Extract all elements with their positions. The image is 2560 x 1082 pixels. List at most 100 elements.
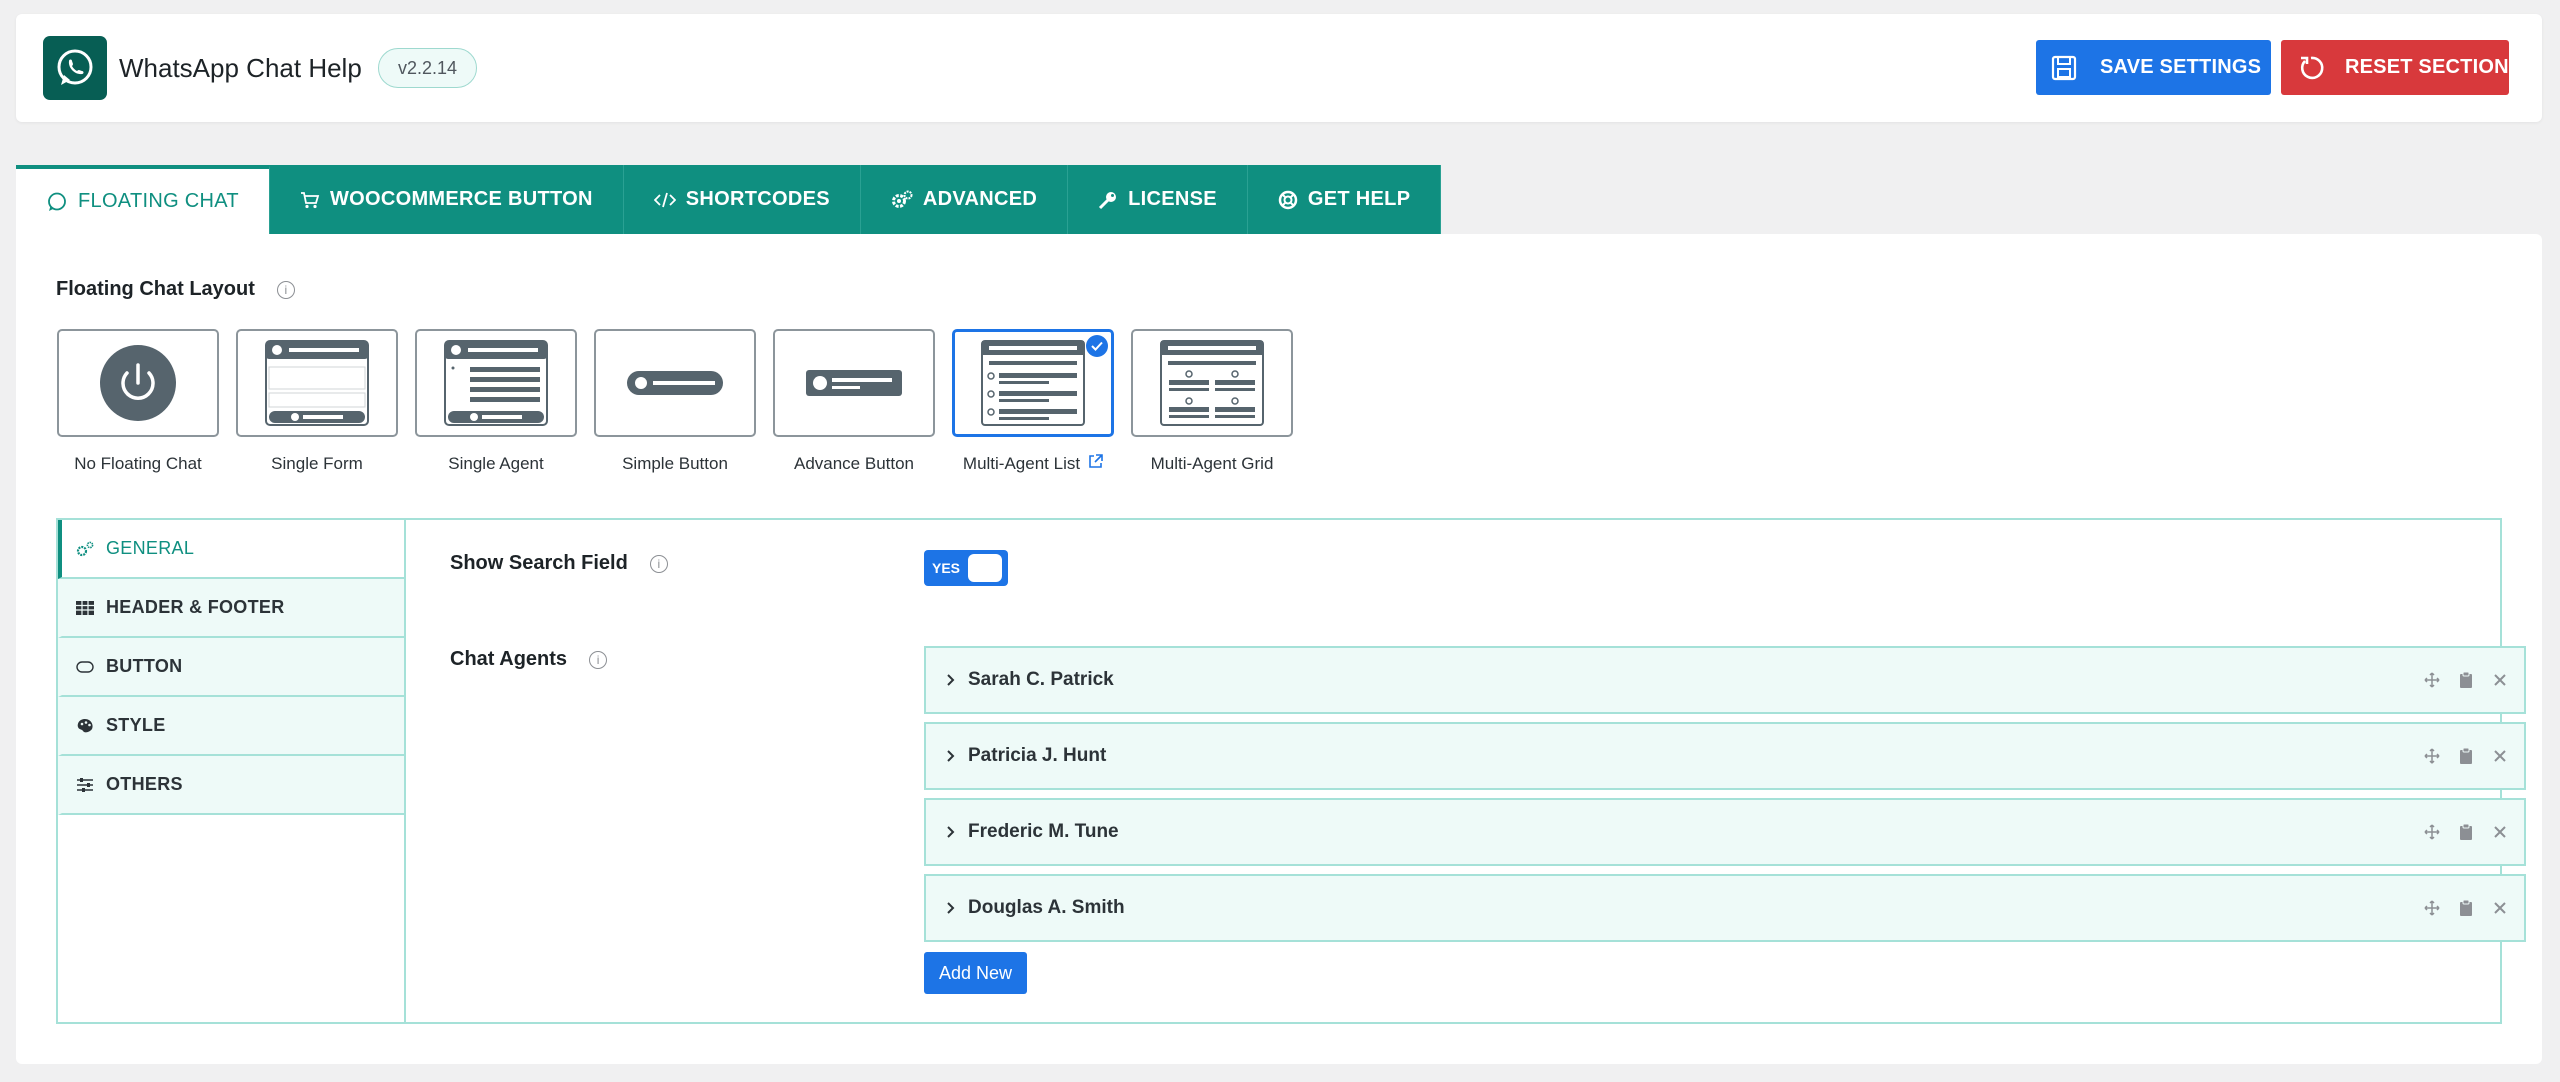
tab-label: ADVANCED (922, 188, 1038, 210)
tab-label: SHORTCODES (685, 188, 830, 210)
agent-item[interactable]: Douglas A. Smith (924, 874, 2526, 942)
layout-preview[interactable] (57, 329, 219, 437)
layout-option-label: Multi-Agent Grid (1150, 454, 1274, 473)
tab-license[interactable]: LICENSE (1068, 165, 1248, 234)
tab-floating-chat[interactable]: FLOATING CHAT (16, 165, 270, 234)
move-icon[interactable] (2424, 898, 2440, 918)
layout-option-label: Multi-Agent List (962, 454, 1081, 473)
layout-option-label: Simple Button (622, 454, 728, 473)
chat-agents-list: Sarah C. Patrick Patricia J. Hunt Freder… (924, 646, 2526, 950)
agent-name: Sarah C. Patrick (968, 669, 1114, 690)
simple-button-preview-icon (627, 371, 723, 395)
tab-label: LICENSE (1128, 188, 1217, 210)
settings-sidebar: GENERAL HEADER & FOOTER BUTTON STYLE OTH… (58, 520, 406, 1022)
close-icon[interactable] (2492, 822, 2508, 842)
tab-get-help[interactable]: GET HELP (1247, 165, 1442, 234)
sidebar-item-others[interactable]: OTHERS (58, 756, 404, 815)
chat-agents-label: Chat Agents i (450, 648, 608, 671)
sidebar-item-header-footer[interactable]: HEADER & FOOTER (58, 579, 404, 638)
advance-button-preview-icon (806, 370, 902, 396)
copy-icon[interactable] (2458, 670, 2474, 690)
settings-section: GENERAL HEADER & FOOTER BUTTON STYLE OTH… (56, 518, 2526, 1024)
chevron-right-icon[interactable] (946, 825, 956, 839)
floating-chat-panel: Floating Chat Layout i No Floating Chat (16, 234, 2542, 1064)
close-icon[interactable] (2492, 746, 2508, 766)
power-icon (100, 345, 176, 421)
sliders-icon (76, 777, 94, 793)
info-icon[interactable]: i (276, 280, 295, 299)
sidebar-item-style[interactable]: STYLE (58, 697, 404, 756)
single-agent-preview-icon (444, 340, 548, 426)
multi-agent-list-preview-icon (981, 340, 1085, 426)
sidebar-item-general[interactable]: GENERAL (58, 520, 404, 579)
copy-icon[interactable] (2458, 822, 2474, 842)
layout-heading: Floating Chat Layout i (56, 278, 295, 301)
reset-section-button[interactable]: RESET SECTION (2281, 40, 2509, 95)
info-icon[interactable]: i (649, 554, 668, 573)
app-title: WhatsApp Chat Help (119, 53, 362, 83)
copy-icon[interactable] (2458, 898, 2474, 918)
reset-section-label: RESET SECTION (2345, 56, 2509, 78)
chevron-right-icon[interactable] (946, 749, 956, 763)
layout-preview[interactable] (952, 329, 1114, 437)
tab-label: WOOCOMMERCE BUTTON (329, 188, 593, 210)
tab-advanced[interactable]: ADVANCED (860, 165, 1069, 234)
main-tabs: FLOATING CHAT WOOCOMMERCE BUTTON SHORTCO… (16, 165, 1442, 234)
close-icon[interactable] (2492, 670, 2508, 690)
multi-agent-grid-preview-icon (1160, 340, 1264, 426)
info-icon[interactable]: i (589, 650, 608, 669)
layout-preview[interactable] (594, 329, 756, 437)
layout-option-single-form[interactable]: Single Form (236, 329, 398, 474)
layout-option-single-agent[interactable]: Single Agent (415, 329, 577, 474)
sidebar-item-label: BUTTON (106, 656, 183, 676)
layout-option-multi-agent-grid[interactable]: Multi-Agent Grid (1131, 329, 1293, 474)
tab-shortcodes[interactable]: SHORTCODES (623, 165, 861, 234)
layout-preview[interactable] (773, 329, 935, 437)
gears-icon (891, 190, 913, 210)
layout-option-advance-button[interactable]: Advance Button (773, 329, 935, 474)
layout-option-no-floating-chat[interactable]: No Floating Chat (57, 329, 219, 474)
selected-check-icon (1086, 335, 1108, 357)
sidebar-item-label: GENERAL (106, 538, 195, 558)
agent-item[interactable]: Patricia J. Hunt (924, 722, 2526, 790)
sidebar-item-button[interactable]: BUTTON (58, 638, 404, 697)
move-icon[interactable] (2424, 746, 2440, 766)
version-badge: v2.2.14 (378, 48, 478, 88)
move-icon[interactable] (2424, 822, 2440, 842)
layout-option-label: Single Form (271, 454, 363, 473)
code-icon (653, 192, 676, 208)
agent-item[interactable]: Frederic M. Tune (924, 798, 2526, 866)
layout-option-simple-button[interactable]: Simple Button (594, 329, 756, 474)
close-icon[interactable] (2492, 898, 2508, 918)
show-search-toggle[interactable]: YES (924, 550, 1008, 586)
toggle-state-label: YES (932, 560, 961, 576)
layout-preview[interactable] (1131, 329, 1293, 437)
save-icon (2050, 54, 2078, 82)
save-settings-label: SAVE SETTINGS (2100, 56, 2262, 78)
reset-icon (2297, 54, 2325, 82)
sidebar-item-label: STYLE (106, 715, 166, 735)
move-icon[interactable] (2424, 670, 2440, 690)
layout-option-label: Single Agent (448, 454, 544, 473)
chevron-right-icon[interactable] (946, 901, 956, 915)
layout-option-multi-agent-list[interactable]: Multi-Agent List (952, 329, 1114, 474)
lifebuoy-icon (1278, 190, 1298, 210)
button-icon (76, 660, 94, 673)
layout-heading-text: Floating Chat Layout (56, 278, 255, 300)
tab-label: GET HELP (1307, 188, 1411, 210)
layout-preview[interactable] (236, 329, 398, 437)
agent-item[interactable]: Sarah C. Patrick (924, 646, 2526, 714)
whatsapp-logo-icon (43, 36, 107, 100)
copy-icon[interactable] (2458, 746, 2474, 766)
layout-option-label: Advance Button (793, 454, 915, 473)
layout-preview[interactable] (415, 329, 577, 437)
save-settings-button[interactable]: SAVE SETTINGS (2036, 40, 2271, 95)
chevron-right-icon[interactable] (946, 673, 956, 687)
add-new-agent-button[interactable]: Add New (924, 952, 1028, 994)
tab-woocommerce-button[interactable]: WOOCOMMERCE BUTTON (269, 165, 624, 234)
key-icon (1098, 190, 1118, 210)
layout-options: No Floating Chat Single Form Single Agen… (57, 329, 1310, 474)
chat-agents-text: Chat Agents (450, 648, 568, 670)
external-link-icon[interactable] (1088, 454, 1103, 474)
show-search-field-label: Show Search Field i (450, 552, 668, 575)
